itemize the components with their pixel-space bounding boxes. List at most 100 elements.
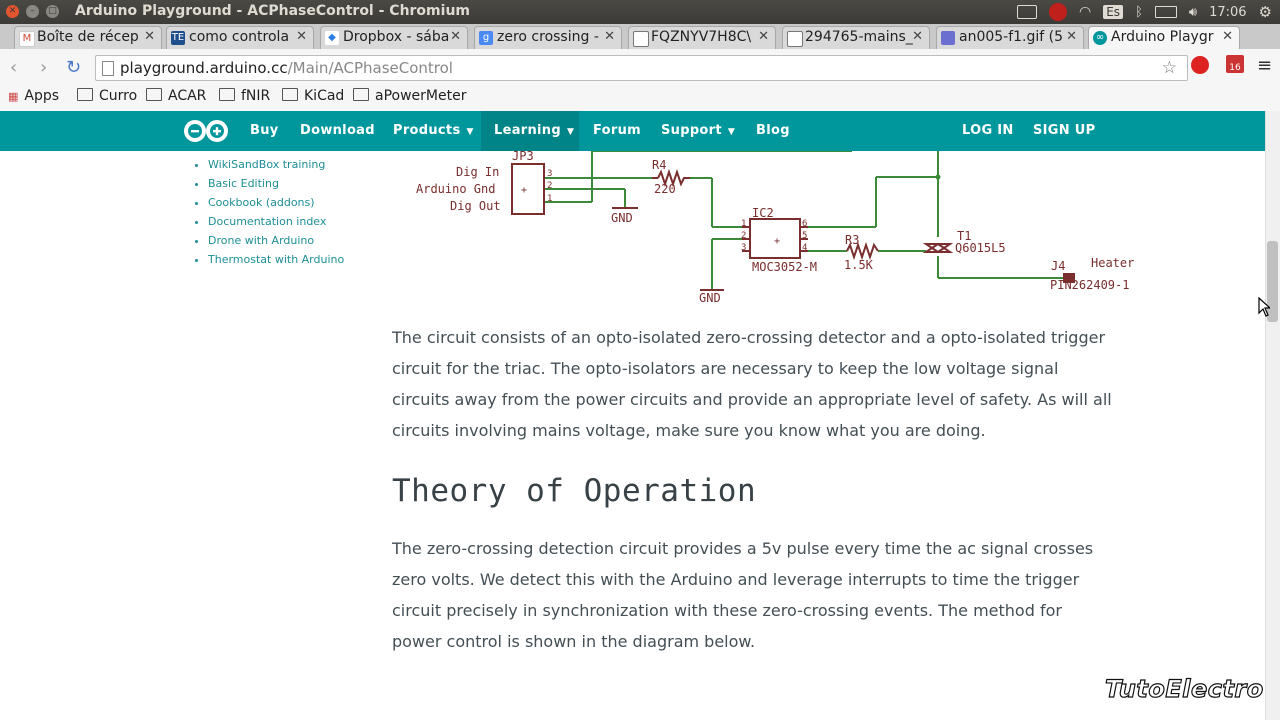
nav-forum[interactable]: Forum [593, 123, 641, 138]
close-tab-icon[interactable]: ✕ [296, 29, 307, 44]
tab-label: Boîte de récep [37, 29, 139, 45]
forward-icon[interactable]: › [40, 57, 47, 78]
label-ic-pin1: 1 [741, 219, 746, 229]
label-ic2: IC2 [752, 206, 774, 220]
mouse-cursor-icon [1258, 297, 1270, 317]
cloud-icon[interactable] [1017, 5, 1037, 19]
arduino-logo[interactable] [182, 119, 230, 143]
bookmarks-bar: ▦ Apps Curro ACAR fNIR KiCad aPowerMeter [0, 85, 1280, 112]
label-j4: J4 [1051, 259, 1065, 273]
close-tab-icon[interactable]: ✕ [604, 29, 615, 44]
watermark: TutoElectro [1104, 674, 1264, 703]
label-dig-in: Dig In [456, 165, 499, 179]
close-tab-icon[interactable]: ✕ [1066, 29, 1077, 44]
label-heater: Heater [1091, 256, 1134, 270]
close-tab-icon[interactable]: ✕ [144, 29, 155, 44]
folder-icon [219, 88, 235, 101]
record-icon[interactable] [1049, 3, 1067, 21]
close-window-button[interactable]: ✕ [6, 5, 19, 18]
star-icon[interactable]: ☆ [1162, 58, 1177, 78]
label-ic-pin2: 2 [741, 231, 746, 241]
nav-buy[interactable]: Buy [250, 123, 279, 138]
close-tab-icon[interactable]: ✕ [1222, 29, 1233, 44]
folder-icon [77, 88, 93, 101]
dropbox-icon: ◆ [325, 31, 339, 45]
minimize-window-button[interactable]: – [26, 5, 39, 18]
tab-como-controlar[interactable]: TE como controla ✕ [166, 26, 314, 49]
circuit-description: The circuit consists of an opto-isolated… [392, 328, 1112, 440]
close-tab-icon[interactable]: ✕ [450, 29, 461, 44]
battery-icon[interactable] [1154, 6, 1177, 18]
label-gnd-2: GND [699, 291, 721, 305]
gmail-icon: M [19, 31, 35, 47]
section-heading: Theory of Operation [392, 473, 757, 509]
schematic-labels: JP3 Dig In Arduino Gnd Dig Out 3 2 1 + R… [416, 151, 1134, 305]
sidebar-link[interactable]: Documentation index [208, 212, 344, 231]
tab-an005[interactable]: an005-f1.gif (5 ✕ [936, 26, 1084, 49]
nav-blog[interactable]: Blog [756, 123, 790, 138]
extension-icon[interactable] [1191, 56, 1209, 74]
sidebar-link[interactable]: Thermostat with Arduino [208, 250, 344, 269]
label-ic-value: MOC3052-M [752, 260, 817, 274]
bookmark-curro[interactable]: Curro [77, 88, 137, 104]
tab-fqznyv[interactable]: FQZNYV7H8C\ ✕ [628, 26, 776, 49]
folder-icon [146, 88, 162, 101]
tab-label: zero crossing - [497, 29, 599, 45]
gear-icon[interactable]: ⚙︎ [1259, 3, 1272, 21]
chevron-down-icon: ▼ [466, 127, 474, 137]
reload-icon[interactable]: ↻ [66, 57, 81, 78]
apps-icon: ▦ [8, 90, 19, 103]
url-host: playground.arduino.cc [120, 59, 288, 77]
tab-dropbox[interactable]: ◆ Dropbox - sába ✕ [320, 26, 468, 49]
tab-arduino-playground[interactable]: ∞ Arduino Playgr ✕ [1088, 26, 1240, 49]
nav-support[interactable]: Support ▼ [661, 123, 735, 138]
tab-label: 294765-mains_ [805, 29, 913, 45]
keyboard-layout-indicator[interactable]: Es [1103, 5, 1124, 19]
nav-download[interactable]: Download [300, 123, 375, 138]
page-icon [102, 61, 114, 76]
label-pin3: 3 [547, 169, 552, 179]
sidebar-link[interactable]: Cookbook (addons) [208, 193, 344, 212]
label-ic-pin6: 6 [802, 219, 807, 229]
google-icon: g [479, 31, 493, 45]
tab-zero-crossing[interactable]: g zero crossing - ✕ [474, 26, 622, 49]
maximize-window-button[interactable]: □ [46, 5, 59, 18]
bookmark-acar[interactable]: ACAR [146, 88, 206, 104]
volume-icon[interactable]: 🔊︎ [1189, 5, 1197, 20]
close-tab-icon[interactable]: ✕ [758, 29, 769, 44]
wifi-icon[interactable]: ◠ [1079, 4, 1091, 20]
circuit-schematic: JP3 Dig In Arduino Gnd Dig Out 3 2 1 + R… [416, 151, 1134, 305]
tab-gmail[interactable]: M Boîte de récep ✕ [14, 26, 162, 49]
nav-signup[interactable]: SIGN UP [1033, 123, 1095, 138]
nav-products[interactable]: Products ▼ [393, 123, 474, 138]
menu-icon[interactable]: ≡ [1257, 55, 1272, 76]
page-scrollbar[interactable] [1265, 111, 1280, 720]
site-nav: Buy Download Products ▼ Learning ▼ Forum S… [0, 111, 1265, 151]
address-bar[interactable]: playground.arduino.cc/Main/ACPhaseContro… [95, 55, 1188, 81]
tab-label: como controla [189, 29, 290, 45]
extension-badge-icon[interactable]: 16 [1226, 55, 1244, 73]
sidebar-link[interactable]: WikiSandBox training [208, 155, 344, 174]
label-jp3: JP3 [512, 151, 534, 163]
tab-label: FQZNYV7H8C\ [651, 29, 752, 45]
image-icon [941, 31, 955, 45]
bookmark-apowermeter[interactable]: aPowerMeter [353, 88, 466, 104]
arduino-icon: ∞ [1093, 31, 1107, 45]
nav-login[interactable]: LOG IN [962, 123, 1014, 138]
tab-mains[interactable]: 294765-mains_ ✕ [782, 26, 930, 49]
bookmark-apps[interactable]: ▦ Apps [8, 88, 59, 104]
close-tab-icon[interactable]: ✕ [912, 29, 923, 44]
nav-learning[interactable]: Learning ▼ [494, 123, 574, 138]
sidebar-link[interactable]: Basic Editing [208, 174, 344, 193]
bookmark-kicad[interactable]: KiCad [282, 88, 344, 104]
clock[interactable]: 17:06 [1209, 5, 1246, 20]
label-ic-plus: + [774, 236, 780, 247]
bluetooth-icon[interactable]: ᛒ [1135, 5, 1143, 20]
back-icon[interactable]: ‹ [10, 57, 17, 78]
bookmark-fnir[interactable]: fNIR [219, 88, 270, 104]
label-r3-value: 1.5K [844, 258, 874, 272]
label-j4-value: PIN262409-1 [1050, 278, 1129, 292]
label-plus: + [521, 185, 527, 196]
te-icon: TE [171, 31, 185, 45]
sidebar-link[interactable]: Drone with Arduino [208, 231, 344, 250]
